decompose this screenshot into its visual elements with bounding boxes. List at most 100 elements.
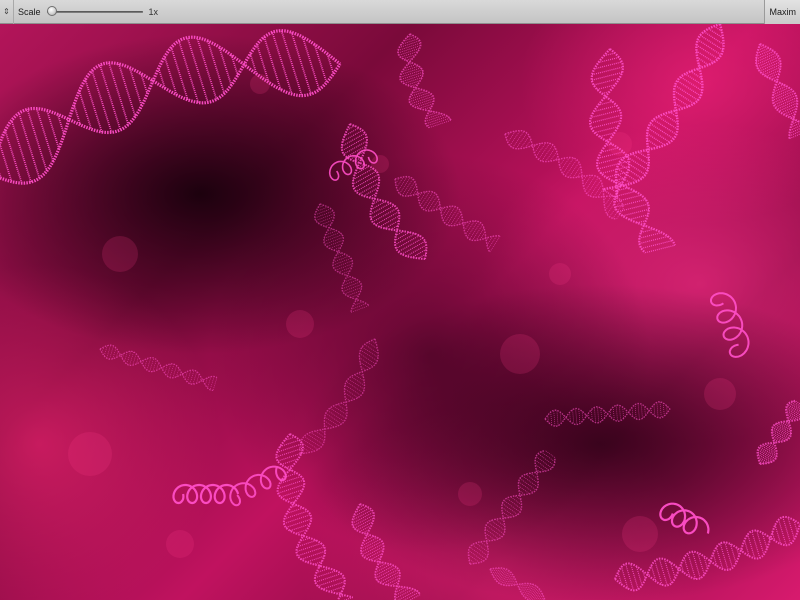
helix-rung — [659, 401, 662, 418]
maximize-on-play-button[interactable]: Maxim — [763, 0, 800, 24]
scale-value: 1x — [148, 6, 159, 17]
helix-rung — [306, 433, 324, 445]
helix-rung — [772, 92, 796, 104]
helix-rung — [289, 523, 311, 532]
helix-rung — [332, 257, 352, 266]
helix-rung — [106, 345, 111, 359]
helix-rung — [534, 463, 546, 472]
helix-rung — [209, 376, 215, 390]
helix-rung — [359, 357, 374, 367]
scale-slider-track — [46, 10, 143, 13]
helix-rung — [639, 232, 662, 239]
game-viewport[interactable] — [0, 24, 800, 600]
helix-rung — [572, 409, 575, 424]
helix-rung — [196, 37, 218, 100]
helix-rung — [518, 485, 530, 495]
helix-rung — [360, 540, 383, 553]
helix-rung — [662, 402, 665, 417]
helix-rung — [26, 109, 48, 172]
dna-helix — [544, 401, 671, 427]
helix-rung — [605, 196, 616, 211]
game-view-window: ⇕ Scale 1x Maxim — [0, 0, 800, 600]
helix-rung — [342, 284, 362, 292]
dna-helix — [299, 338, 379, 455]
helix-rung — [490, 520, 506, 531]
helix-rung — [575, 408, 578, 425]
helix-rung — [297, 546, 325, 557]
helix-rung — [186, 37, 209, 103]
dna-helix — [602, 24, 725, 200]
helix-rung — [285, 518, 312, 529]
helix-rung — [46, 110, 60, 149]
helix-rung — [581, 411, 584, 421]
dna-helix — [467, 449, 556, 565]
helix-rung — [290, 32, 312, 95]
helix-rung — [363, 187, 379, 197]
dna-helix — [489, 567, 546, 600]
helix-rung — [394, 231, 410, 241]
helix-rung — [644, 406, 646, 416]
helix-rung — [178, 40, 200, 103]
dna-helix — [340, 123, 428, 260]
helix-rung — [280, 30, 303, 96]
helix-strand — [0, 35, 342, 148]
helix-rung — [320, 219, 334, 226]
helix-rung — [484, 528, 500, 540]
helix-rung — [594, 126, 619, 134]
helix-rung — [155, 362, 160, 371]
helix-rung — [310, 431, 325, 442]
helix-rung — [475, 542, 489, 553]
helix-rung — [600, 407, 603, 422]
helix-rung — [344, 388, 359, 398]
helix-rung — [697, 39, 722, 56]
helix-rung — [697, 552, 705, 575]
scale-slider[interactable] — [46, 5, 143, 19]
helix-rung — [521, 583, 528, 594]
drag-handle-icon[interactable]: ⇕ — [0, 0, 14, 24]
bokeh-dot — [500, 334, 540, 374]
helix-rung — [640, 228, 655, 234]
helix-strand — [351, 503, 421, 596]
helix-rung — [553, 410, 556, 427]
helix-rung — [776, 422, 792, 434]
helix-rung — [603, 410, 606, 418]
helix-rung — [612, 406, 615, 421]
bokeh-dot — [371, 155, 389, 173]
helix-rung — [376, 568, 399, 581]
helix-rung — [164, 364, 168, 374]
helix-rung — [117, 63, 137, 117]
scale-label: Scale — [18, 6, 41, 17]
helix-rung — [597, 406, 600, 423]
helix-rung — [484, 532, 496, 541]
helix-rung — [344, 287, 362, 295]
helix-rung — [534, 459, 550, 471]
helix-rung — [559, 412, 562, 424]
helix-rung — [507, 575, 514, 586]
helix-rung — [756, 56, 780, 68]
helix-rung — [361, 543, 384, 556]
helix-rung — [78, 90, 93, 130]
helix-rung — [99, 64, 122, 131]
helix-rung — [687, 553, 697, 580]
helix-rung — [425, 113, 442, 120]
helix-rung — [300, 550, 326, 560]
helix-rung — [35, 108, 55, 162]
helix-rung — [756, 54, 778, 66]
helix-rung — [317, 576, 345, 587]
scale-slider-thumb[interactable] — [46, 5, 57, 16]
helix-rung — [159, 365, 162, 369]
helix-rung — [341, 281, 361, 290]
helix-rung — [680, 76, 703, 92]
helix-rung — [773, 94, 797, 106]
dna-helix — [314, 203, 370, 313]
helix-rung — [556, 410, 559, 426]
helix-rung — [276, 447, 304, 458]
helix-rung — [653, 119, 677, 135]
dna-helix — [756, 399, 800, 465]
helix-rung — [615, 405, 618, 422]
bokeh-dot — [704, 378, 736, 410]
helix-rung — [132, 353, 137, 366]
helix-rung — [646, 133, 666, 146]
helix-rung — [370, 200, 386, 210]
helix-rung — [550, 411, 553, 426]
